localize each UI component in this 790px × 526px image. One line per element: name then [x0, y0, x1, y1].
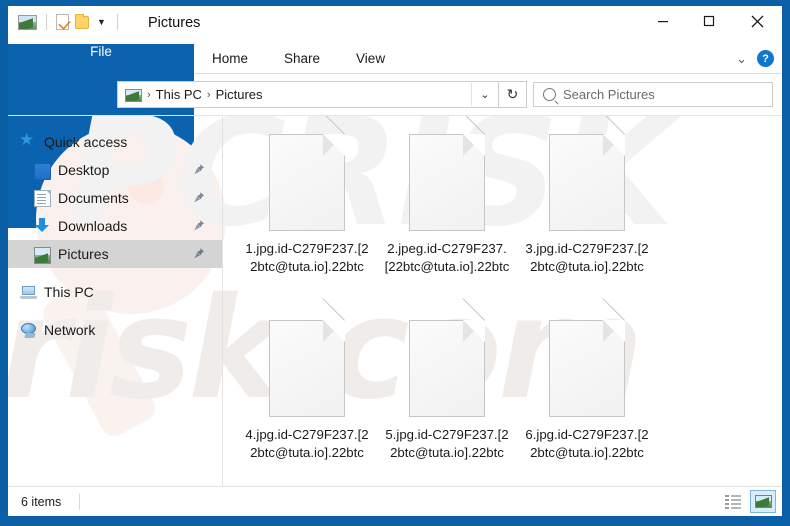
- search-input[interactable]: Search Pictures: [533, 82, 773, 107]
- sidebar-item-label: Quick access: [44, 134, 128, 150]
- tab-home[interactable]: Home: [194, 44, 266, 73]
- documents-icon: [34, 189, 51, 207]
- details-view-button[interactable]: [720, 490, 746, 513]
- large-icons-view-icon: [754, 495, 772, 508]
- file-name: 1.jpg.id-C279F237.[22btc@tuta.io].22btc: [245, 241, 369, 274]
- large-icons-view-button[interactable]: [750, 490, 776, 513]
- generic-file-icon: [409, 298, 485, 417]
- navigation-pane: Quick access Desktop Documents: [8, 116, 223, 486]
- tab-share[interactable]: Share: [266, 44, 338, 73]
- help-icon[interactable]: ?: [757, 50, 774, 67]
- item-count: 6 items: [21, 494, 62, 509]
- maximize-button[interactable]: [686, 6, 732, 36]
- tab-view[interactable]: View: [338, 44, 403, 73]
- breadcrumb-this-pc[interactable]: This PC: [156, 87, 202, 102]
- search-icon: [543, 88, 556, 101]
- window-title: Pictures: [148, 15, 201, 31]
- chevron-down-icon[interactable]: ⌄: [736, 51, 747, 67]
- sidebar-item-pictures[interactable]: Pictures: [8, 240, 222, 268]
- file-name: 6.jpg.id-C279F237.[22btc@tuta.io].22btc: [525, 427, 649, 460]
- ribbon-tabs: File Home Share View ⌄ ?: [8, 44, 782, 228]
- title-bar: ▼ Pictures: [8, 6, 782, 44]
- generic-file-icon: [549, 298, 625, 417]
- file-list[interactable]: 1.jpg.id-C279F237.[22btc@tuta.io].22btc …: [223, 116, 782, 486]
- refresh-icon[interactable]: ↻: [499, 81, 527, 108]
- explorer-body: PCRISK risk.com Quick access Desktop: [8, 115, 782, 486]
- customize-caret-icon[interactable]: ▼: [95, 17, 108, 27]
- file-item[interactable]: 2.jpeg.id-C279F237.[22btc@tuta.io].22btc: [377, 116, 517, 314]
- details-view-icon: [725, 495, 741, 509]
- view-toggle-group: [720, 490, 776, 513]
- pictures-folder-icon[interactable]: [18, 14, 37, 30]
- file-item[interactable]: 1.jpg.id-C279F237.[22btc@tuta.io].22btc: [237, 116, 377, 314]
- this-pc-icon: [20, 284, 37, 301]
- status-bar: 6 items: [8, 486, 782, 516]
- sidebar-item-downloads[interactable]: Downloads: [8, 212, 222, 240]
- sidebar-item-label: Downloads: [58, 218, 128, 234]
- breadcrumb-separator-icon: ›: [147, 88, 151, 101]
- sidebar-item-this-pc[interactable]: This PC: [8, 278, 222, 306]
- file-name: 5.jpg.id-C279F237.[22btc@tuta.io].22btc: [385, 427, 509, 460]
- sidebar-item-quick-access[interactable]: Quick access: [8, 128, 222, 156]
- generic-file-icon: [269, 298, 345, 417]
- close-button[interactable]: [732, 6, 782, 36]
- window-controls: [640, 6, 782, 36]
- file-item[interactable]: 6.jpg.id-C279F237.[22btc@tuta.io].22btc: [517, 298, 657, 486]
- file-item[interactable]: 5.jpg.id-C279F237.[22btc@tuta.io].22btc: [377, 298, 517, 486]
- sidebar-item-label: Desktop: [58, 162, 110, 178]
- file-name: 4.jpg.id-C279F237.[22btc@tuta.io].22btc: [245, 427, 369, 460]
- generic-file-icon: [269, 116, 345, 231]
- sidebar-item-label: This PC: [44, 284, 94, 300]
- star-icon: [19, 130, 37, 151]
- network-icon: [20, 322, 37, 339]
- downloads-icon: [34, 217, 51, 235]
- pin-icon[interactable]: [193, 247, 205, 260]
- ribbon-right-controls: ⌄ ?: [736, 44, 774, 73]
- pictures-icon: [34, 246, 51, 264]
- sidebar-item-label: Network: [44, 322, 96, 338]
- sidebar-item-label: Documents: [58, 190, 129, 206]
- minimize-button[interactable]: [640, 6, 686, 36]
- pin-icon[interactable]: [193, 163, 205, 176]
- breadcrumb-separator-icon-2: ›: [206, 88, 211, 101]
- breadcrumb: › This PC › Pictures: [118, 87, 471, 102]
- sidebar-item-desktop[interactable]: Desktop: [8, 156, 222, 184]
- breadcrumb-pictures[interactable]: Pictures: [216, 87, 263, 102]
- file-explorer-window: ▼ Pictures File Home Share View ⌄ ? › Th…: [8, 6, 782, 516]
- generic-file-icon: [409, 116, 485, 231]
- file-name: 2.jpeg.id-C279F237.[22btc@tuta.io].22btc: [384, 241, 510, 274]
- search-placeholder: Search Pictures: [563, 87, 655, 102]
- desktop-background: ▼ Pictures File Home Share View ⌄ ? › Th…: [0, 0, 790, 526]
- status-divider: [79, 493, 81, 510]
- desktop-icon: [34, 162, 51, 180]
- new-folder-icon[interactable]: [75, 13, 89, 29]
- toolbar-divider: [46, 14, 47, 30]
- breadcrumb-pictures-icon: [125, 89, 142, 102]
- file-item[interactable]: 4.jpg.id-C279F237.[22btc@tuta.io].22btc: [237, 298, 377, 486]
- sidebar-item-documents[interactable]: Documents: [8, 184, 222, 212]
- pin-icon[interactable]: [193, 191, 205, 204]
- address-dropdown-icon[interactable]: ⌄: [471, 83, 498, 106]
- sidebar-item-label: Pictures: [58, 246, 109, 262]
- quick-access-toolbar: ▼: [18, 13, 121, 30]
- sidebar-item-network[interactable]: Network: [8, 316, 222, 344]
- generic-file-icon: [549, 116, 625, 231]
- toolbar-divider-2: [116, 14, 118, 30]
- file-item[interactable]: 3.jpg.id-C279F237.[22btc@tuta.io].22btc: [517, 116, 657, 314]
- file-name: 3.jpg.id-C279F237.[22btc@tuta.io].22btc: [525, 241, 649, 274]
- pin-icon[interactable]: [193, 219, 205, 232]
- properties-icon[interactable]: [56, 14, 71, 30]
- address-bar[interactable]: › This PC › Pictures ⌄: [117, 81, 499, 108]
